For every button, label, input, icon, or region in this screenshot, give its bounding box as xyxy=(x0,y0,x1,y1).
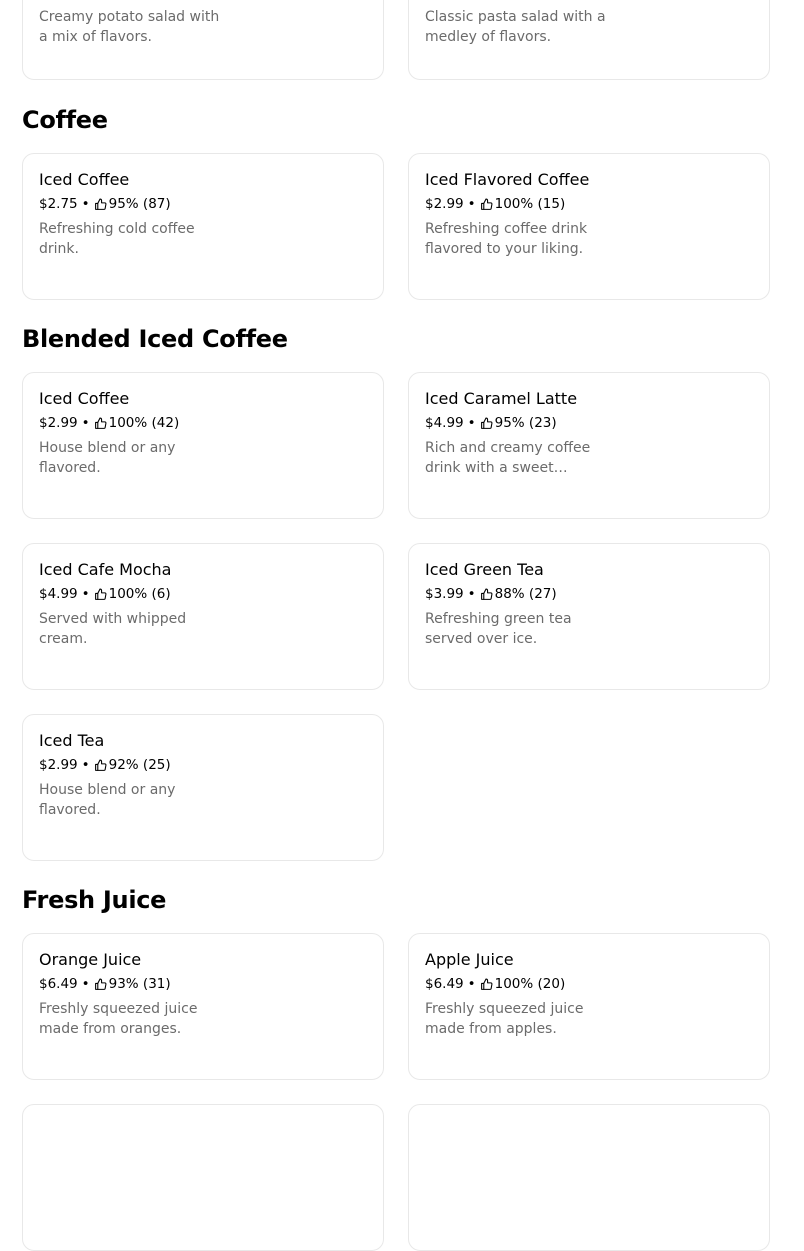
item-price: $6.49 xyxy=(39,976,78,992)
thumbs-up-icon xyxy=(94,198,107,211)
item-rating: 93% (31) xyxy=(108,976,171,992)
item-meta: $2.99 • 100% (15) xyxy=(425,195,565,213)
section-title-fresh-juice: Fresh Juice xyxy=(22,886,167,914)
thumbs-up-icon xyxy=(480,588,493,601)
item-rating: 92% (25) xyxy=(108,757,171,773)
item-meta: $4.99 • 95% (23) xyxy=(425,414,557,432)
item-price: $4.99 xyxy=(425,415,464,431)
item-rating: 95% (23) xyxy=(494,415,557,431)
menu-item-card[interactable]: Iced Coffee $2.99 • 100% (42) House blen… xyxy=(22,372,384,519)
section-title-blended-iced-coffee: Blended Iced Coffee xyxy=(22,325,288,353)
item-rating: 100% (20) xyxy=(494,976,566,992)
menu-item-card[interactable]: Iced Cafe Mocha $4.99 • 100% (6) Served … xyxy=(22,543,384,690)
menu-item-card[interactable]: Iced Flavored Coffee $2.99 • 100% (15) R… xyxy=(408,153,770,300)
menu-item-card[interactable]: Creamy potato salad with a mix of flavor… xyxy=(22,0,384,80)
item-rating: 95% (87) xyxy=(108,196,171,212)
item-price: $6.49 xyxy=(425,976,464,992)
item-meta: $6.49 • 100% (20) xyxy=(425,975,565,993)
menu-item-card[interactable] xyxy=(22,1104,384,1251)
item-description: House blend or any flavored. xyxy=(39,782,176,818)
menu-item-card[interactable]: Iced Caramel Latte $4.99 • 95% (23) Rich… xyxy=(408,372,770,519)
thumbs-up-icon xyxy=(94,978,107,991)
item-meta: $2.99 • 92% (25) xyxy=(39,756,171,774)
item-name: Orange Juice xyxy=(39,950,142,969)
menu-item-card[interactable]: Apple Juice $6.49 • 100% (20) Freshly sq… xyxy=(408,933,770,1080)
item-name: Iced Caramel Latte xyxy=(425,389,578,408)
thumbs-up-icon xyxy=(94,588,107,601)
item-name: Apple Juice xyxy=(425,950,514,969)
item-description: House blend or any flavored. xyxy=(39,440,176,476)
item-description: Rich and creamy coffee drink with a swee… xyxy=(425,440,591,476)
item-name: Iced Cafe Mocha xyxy=(39,560,172,579)
item-meta: $3.99 • 88% (27) xyxy=(425,585,557,603)
item-price: $4.99 xyxy=(39,586,78,602)
item-price: $2.99 xyxy=(39,757,78,773)
item-price: $3.99 xyxy=(425,586,464,602)
separator-dot: • xyxy=(467,196,476,212)
item-rating: 100% (42) xyxy=(108,415,180,431)
item-price: $2.99 xyxy=(425,196,464,212)
separator-dot: • xyxy=(81,196,90,212)
item-meta: $4.99 • 100% (6) xyxy=(39,585,171,603)
item-rating: 100% (6) xyxy=(108,586,171,602)
thumbs-up-icon xyxy=(480,417,493,430)
item-description: Refreshing green tea served over ice. xyxy=(425,611,572,647)
separator-dot: • xyxy=(467,976,476,992)
item-price: $2.75 xyxy=(39,196,78,212)
item-description: Classic pasta salad with a medley of fla… xyxy=(425,9,606,45)
menu-item-card[interactable] xyxy=(408,1104,770,1251)
item-name: Iced Tea xyxy=(39,731,105,750)
menu-item-card[interactable]: Iced Coffee $2.75 • 95% (87) Refreshing … xyxy=(22,153,384,300)
item-description: Freshly squeezed juice made from apples. xyxy=(425,1001,584,1037)
menu-item-card[interactable]: Orange Juice $6.49 • 93% (31) Freshly sq… xyxy=(22,933,384,1080)
thumbs-up-icon xyxy=(480,978,493,991)
menu-item-card[interactable]: Iced Green Tea $3.99 • 88% (27) Refreshi… xyxy=(408,543,770,690)
menu-item-card[interactable]: Iced Tea $2.99 • 92% (25) House blend or… xyxy=(22,714,384,861)
separator-dot: • xyxy=(81,415,90,431)
item-meta: $2.75 • 95% (87) xyxy=(39,195,171,213)
separator-dot: • xyxy=(81,976,90,992)
menu-item-card[interactable]: Classic pasta salad with a medley of fla… xyxy=(408,0,770,80)
thumbs-up-icon xyxy=(94,759,107,772)
separator-dot: • xyxy=(467,586,476,602)
item-meta: $2.99 • 100% (42) xyxy=(39,414,179,432)
item-name: Iced Coffee xyxy=(39,170,130,189)
item-description: Creamy potato salad with a mix of flavor… xyxy=(39,9,220,45)
thumbs-up-icon xyxy=(480,198,493,211)
separator-dot: • xyxy=(81,757,90,773)
item-name: Iced Green Tea xyxy=(425,560,544,579)
separator-dot: • xyxy=(467,415,476,431)
section-title-coffee: Coffee xyxy=(22,106,108,134)
separator-dot: • xyxy=(81,586,90,602)
item-description: Served with whipped cream. xyxy=(39,611,187,647)
item-meta: $6.49 • 93% (31) xyxy=(39,975,171,993)
item-name: Iced Flavored Coffee xyxy=(425,170,590,189)
item-description: Refreshing coffee drink flavored to your… xyxy=(425,221,588,257)
item-name: Iced Coffee xyxy=(39,389,130,408)
thumbs-up-icon xyxy=(94,417,107,430)
item-description: Freshly squeezed juice made from oranges… xyxy=(39,1001,198,1037)
item-description: Refreshing cold coffee drink. xyxy=(39,221,195,257)
item-rating: 88% (27) xyxy=(494,586,557,602)
item-price: $2.99 xyxy=(39,415,78,431)
item-rating: 100% (15) xyxy=(494,196,566,212)
